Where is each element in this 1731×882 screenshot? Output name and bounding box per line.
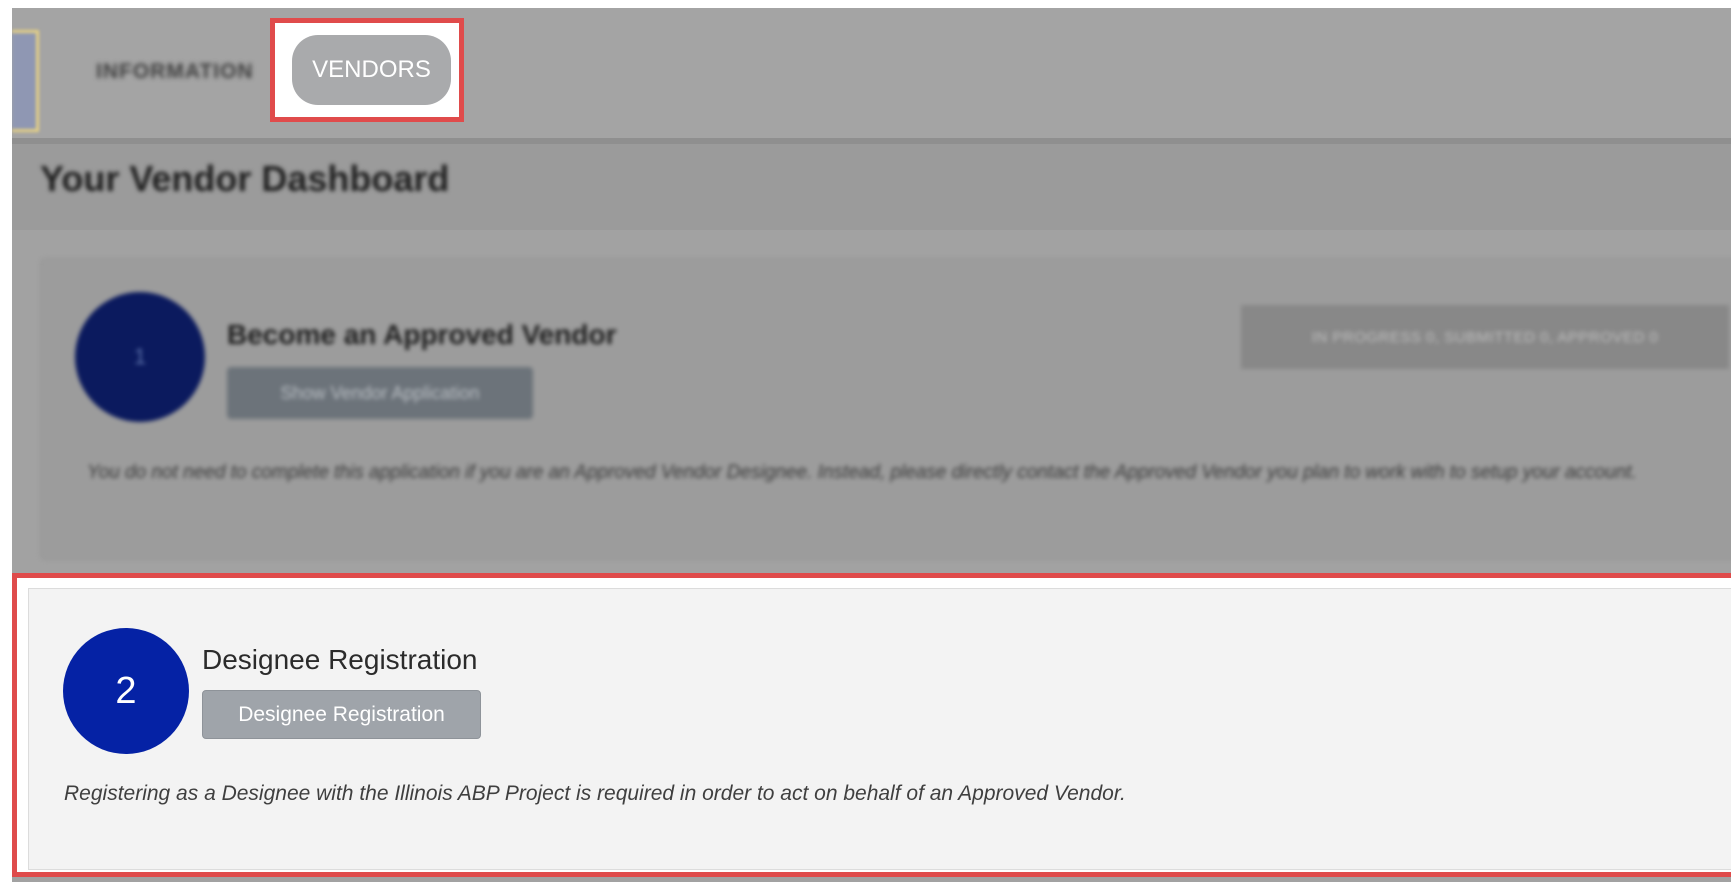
step-circle-1: 1	[75, 292, 205, 422]
card-description: You do not need to complete this applica…	[87, 462, 1637, 483]
designee-registration-button[interactable]: Designee Registration	[202, 690, 481, 739]
approved-vendor-card: 1 Become an Approved Vendor Show Vendor …	[40, 258, 1731, 560]
step-number: 1	[133, 344, 147, 369]
logo[interactable]	[12, 30, 39, 132]
application-status-badge: IN PROGRESS 0, SUBMITTED 0, APPROVED 0	[1241, 305, 1729, 369]
step-circle-2: 2	[63, 628, 189, 754]
step-number: 2	[115, 669, 137, 712]
vendors-tab-highlight: VENDORS	[270, 18, 464, 122]
nav-tab-information[interactable]: INFORMATION	[96, 60, 254, 84]
nav-tab-vendors[interactable]: VENDORS	[292, 35, 451, 105]
designee-registration-card: 2 Designee Registration Designee Registr…	[28, 588, 1731, 870]
dashboard-header: Your Vendor Dashboard	[12, 144, 1731, 230]
page-title: Your Vendor Dashboard	[40, 158, 450, 199]
card-title: Become an Approved Vendor	[227, 319, 617, 350]
card-title: Designee Registration	[202, 644, 478, 675]
designee-card-highlight: 2 Designee Registration Designee Registr…	[12, 573, 1731, 877]
card-description: Registering as a Designee with the Illin…	[64, 782, 1126, 805]
top-navigation: INFORMATION VENDORS	[12, 8, 1731, 144]
show-vendor-application-button[interactable]: Show Vendor Application	[227, 367, 533, 419]
